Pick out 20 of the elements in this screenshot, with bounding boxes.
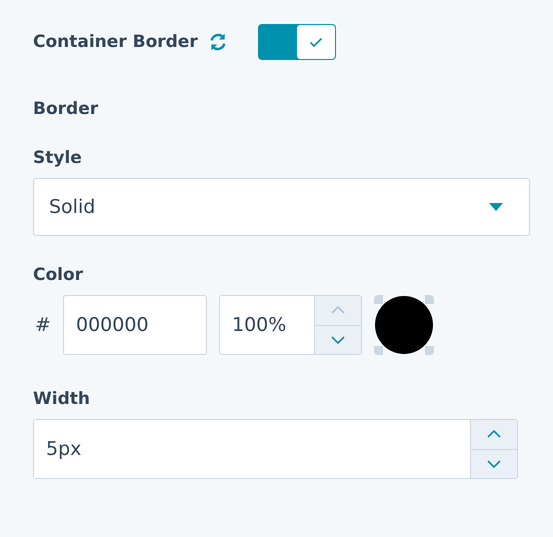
field-label: Color	[33, 265, 84, 285]
caret-icon	[489, 203, 503, 211]
field-label: Width	[33, 389, 91, 409]
toggle-switch[interactable]	[258, 24, 336, 60]
hex-input[interactable]: 000000	[63, 295, 207, 355]
section-title: Container Border	[33, 32, 198, 52]
chevron-down-icon	[331, 336, 345, 344]
chevron-up-icon	[331, 306, 345, 314]
decrement-button[interactable]	[471, 448, 517, 478]
style-dropdown[interactable]: Solid	[33, 178, 530, 236]
field-label: Style	[33, 148, 83, 168]
refresh-icon[interactable]	[208, 32, 228, 52]
hash-prefix: #	[34, 314, 52, 336]
chevron-up-icon	[487, 430, 501, 438]
increment-button[interactable]	[471, 420, 517, 448]
opacity-field[interactable]: 100%	[219, 295, 362, 355]
chevron-down-icon	[487, 460, 501, 468]
decrement-button[interactable]	[315, 324, 361, 354]
section-heading: Border	[33, 99, 100, 119]
color-swatch[interactable]	[374, 295, 434, 355]
